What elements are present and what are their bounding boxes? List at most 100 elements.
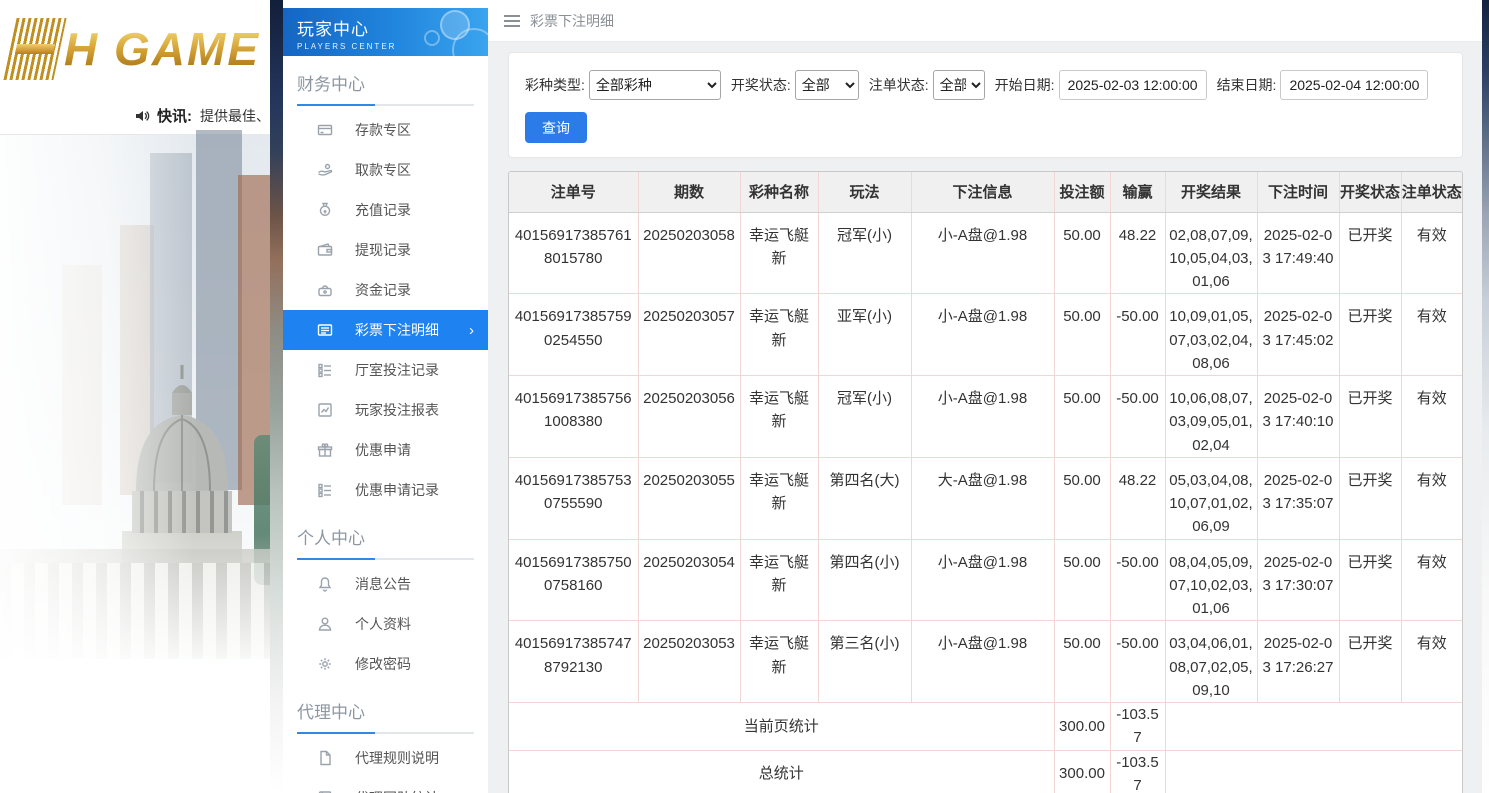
table-cell: 冠军(小) [817, 211, 912, 295]
table-cell: 50.00 [1053, 456, 1111, 540]
table-cell: 05,03,04,08,10,07,01,02,06,09 [1164, 456, 1258, 540]
sidebar-item-label: 玩家投注报表 [355, 402, 439, 418]
speaker-icon [134, 108, 150, 124]
table-cell: 幸运飞艇新 [739, 456, 819, 540]
summary-bet-total: 300.00 [1053, 749, 1111, 793]
summary-row: 当前页统计 300.00 -103.57 [509, 702, 1462, 751]
section-title: 财务中心 [283, 56, 488, 106]
table-cell: 小-A盘@1.98 [910, 620, 1055, 703]
sidebar-item-彩票下注明细[interactable]: 彩票下注明细 › [283, 310, 488, 350]
table-cell: -50.00 [1109, 620, 1166, 703]
sidebar-item-label: 资金记录 [355, 282, 411, 298]
table-cell: 10,09,01,05,07,03,02,04,08,06 [1164, 293, 1258, 376]
order-status-select[interactable]: 全部 [932, 70, 985, 100]
summary-label: 当前页统计 [509, 702, 1055, 751]
table-cell: 第四名(小) [817, 538, 912, 622]
city-photo [0, 130, 270, 793]
table-cell: 冠军(小) [817, 375, 912, 458]
sidebar-item-label: 代理规则说明 [355, 750, 439, 766]
filter-panel: 彩种类型: 全部彩种 开奖状态: 全部 注单状态: 全部 开始日期: 结束日期:… [508, 52, 1463, 158]
sidebar-item-label: 厅室投注记录 [355, 362, 439, 378]
table-cell: 20250203055 [637, 456, 741, 540]
sidebar-item-玩家投注报表[interactable]: 玩家投注报表 [283, 390, 488, 430]
sidebar-item-修改密码[interactable]: 修改密码 [283, 644, 488, 684]
sidebar-item-label: 彩票下注明细 [355, 322, 439, 338]
table-cell: 有效 [1400, 375, 1462, 458]
table-cell: 401569173857500758160 [509, 538, 639, 622]
sidebar-item-label: 优惠申请记录 [355, 482, 439, 498]
table-cell: 2025-02-03 17:30:07 [1256, 538, 1340, 622]
table-cell: 已开奖 [1338, 293, 1402, 376]
sidebar-item-label: 提现记录 [355, 242, 411, 258]
column-header: 下注信息 [910, 172, 1055, 213]
table-cell: 48.22 [1109, 456, 1166, 540]
column-header: 开奖状态 [1338, 172, 1402, 213]
table-cell: -50.00 [1109, 293, 1166, 376]
column-header: 开奖结果 [1164, 172, 1258, 213]
summary-win-total: -103.57 [1109, 702, 1166, 751]
summary-bet-total: 300.00 [1053, 702, 1111, 751]
table-cell: 03,04,06,01,08,07,02,05,09,10 [1164, 620, 1258, 703]
sidebar-item-资金记录[interactable]: 资金记录 [283, 270, 488, 310]
sidebar-item-消息公告[interactable]: 消息公告 [283, 564, 488, 604]
bet-table: 注单号 期数 彩种名称 玩法 下注信息 投注额 输赢 开奖结果 下注时间 开奖状态 注单状态 401… [509, 172, 1462, 793]
table-cell: 08,04,05,09,07,10,02,03,01,06 [1164, 538, 1258, 622]
sidebar-item-代理规则说明[interactable]: 代理规则说明 [283, 738, 488, 778]
table-cell: 小-A盘@1.98 [910, 538, 1055, 622]
sidebar-item-厅室投注记录[interactable]: 厅室投注记录 [283, 350, 488, 390]
sidebar-item-优惠申请[interactable]: 优惠申请 [283, 430, 488, 470]
search-button[interactable]: 查询 [525, 112, 587, 143]
page-title: 彩票下注明细 [530, 12, 614, 29]
table-cell: 已开奖 [1338, 375, 1402, 458]
sidebar-item-代理团队统计[interactable]: 代理团队统计 [283, 778, 488, 793]
table-cell: 48.22 [1109, 211, 1166, 295]
background-edge-right [1482, 0, 1489, 793]
draw-status-label: 开奖状态: [730, 77, 791, 93]
table-cell: 20250203054 [637, 538, 741, 622]
page-header: 彩票下注明细 [488, 0, 1482, 42]
section-title: 代理中心 [283, 684, 488, 734]
user-icon [317, 616, 333, 632]
column-header: 下注时间 [1256, 172, 1340, 213]
lottery-type-select[interactable]: 全部彩种 [588, 70, 721, 100]
table-cell: 2025-02-03 17:26:27 [1256, 620, 1340, 703]
sidebar-item-label: 个人资料 [355, 616, 411, 632]
sidebar: 玩家中心 PLAYERS CENTER 财务中心 存款专区 取款专区 充值记录 提现记录… [283, 0, 488, 793]
table-cell: 大-A盘@1.98 [910, 456, 1055, 540]
main-content: 彩票下注明细 彩种类型: 全部彩种 开奖状态: 全部 注单状态: 全部 开始日期… [488, 0, 1482, 793]
table-cell: 第三名(小) [817, 620, 912, 703]
table-cell: 有效 [1400, 456, 1462, 540]
end-date-input[interactable] [1280, 70, 1429, 100]
draw-status-select[interactable]: 全部 [794, 70, 859, 100]
table-cell: 20250203057 [637, 293, 741, 376]
table-cell: 已开奖 [1338, 620, 1402, 703]
sidebar-item-label: 消息公告 [355, 576, 411, 592]
section-title: 个人中心 [283, 510, 488, 560]
wallet-icon [317, 242, 333, 258]
sidebar-menu: 财务中心 存款专区 取款专区 充值记录提现记录资金记录彩票下注明细 › 厅室投注记录 玩家投… [283, 56, 488, 793]
sidebar-item-优惠申请记录[interactable]: 优惠申请记录 [283, 470, 488, 510]
money-bag-icon [317, 202, 333, 218]
table-cell: -50.00 [1109, 375, 1166, 458]
column-header: 注单号 [509, 172, 639, 213]
table-cell: 10,06,08,07,03,09,05,01,02,04 [1164, 375, 1258, 458]
table-cell: 50.00 [1053, 211, 1111, 295]
sidebar-item-提现记录[interactable]: 提现记录 [283, 230, 488, 270]
sidebar-item-存款专区[interactable]: 存款专区 [283, 110, 488, 150]
table-cell: 幸运飞艇新 [739, 538, 819, 622]
table-row: 401569173857478792130 20250203053 幸运飞艇新 第三名… [509, 620, 1462, 703]
purse-icon [317, 282, 333, 298]
table-cell: 小-A盘@1.98 [910, 375, 1055, 458]
bet-table-body: 401569173857618015780 20250203058 幸运飞艇新 冠军(… [509, 211, 1462, 793]
table-cell: 有效 [1400, 538, 1462, 622]
gear-icon [317, 656, 333, 672]
sidebar-item-充值记录[interactable]: 充值记录 [283, 190, 488, 230]
sidebar-item-个人资料[interactable]: 个人资料 [283, 604, 488, 644]
order-status-label: 注单状态: [868, 77, 929, 93]
table-cell: 50.00 [1053, 538, 1111, 622]
bell-icon [317, 576, 333, 592]
sidebar-item-取款专区[interactable]: 取款专区 [283, 150, 488, 190]
start-date-input[interactable] [1058, 70, 1207, 100]
hamburger-icon[interactable] [504, 14, 520, 27]
table-cell: 小-A盘@1.98 [910, 211, 1055, 295]
